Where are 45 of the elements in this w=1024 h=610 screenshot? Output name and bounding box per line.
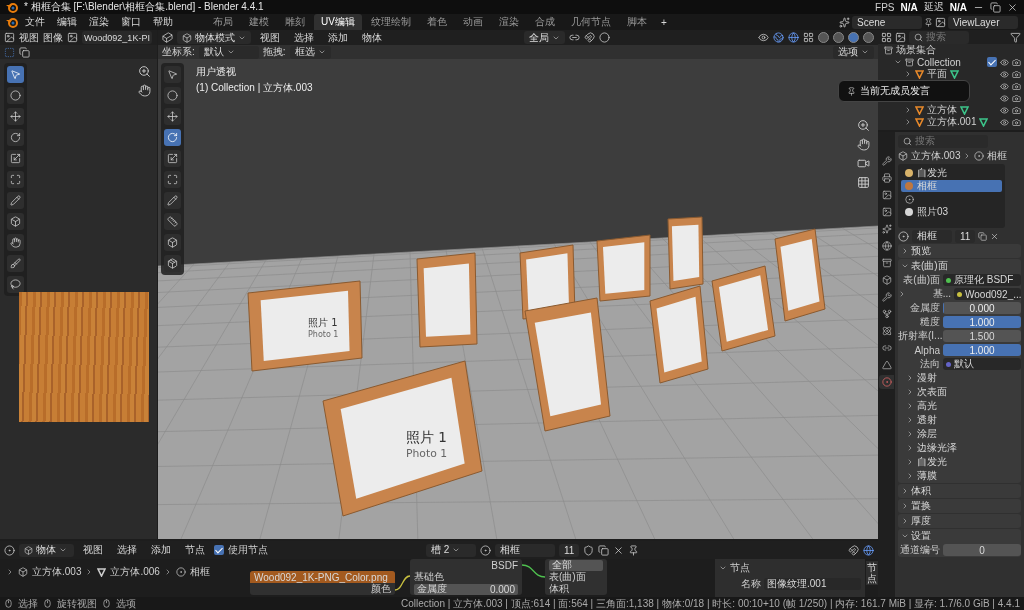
breadcrumb-item: 相框: [189, 565, 210, 579]
frame-photo-subtitle: Photo 1: [308, 330, 339, 339]
tooltip-text: 当前无成员发言: [860, 84, 930, 98]
outliner-item-name: 场景集合: [896, 43, 936, 57]
property-label: 折射率(I...: [898, 329, 940, 343]
object-info: (1) Collection | 立方体.003: [196, 81, 313, 95]
node-socket-label: 基础色: [414, 570, 444, 583]
use-nodes-label: 使用节点: [228, 543, 268, 557]
window-title: * 相框合集 [F:\Blender\相框合集.blend] - Blender 4.4.1: [24, 0, 265, 14]
coordinate-label: 坐标系:: [162, 45, 195, 59]
status-hint: 选项: [116, 596, 136, 610]
fps-value: N/A: [900, 1, 918, 13]
node-socket-label: BSDF: [491, 559, 518, 571]
property-label: 糙度: [919, 315, 940, 329]
breadcrumb-item: 相框: [987, 149, 1008, 163]
property-label: 法向: [919, 357, 940, 371]
status-hint: 选择: [18, 596, 38, 610]
frame-photo-subtitle: Photo 1: [406, 446, 448, 460]
outliner-item-name: Collection: [917, 56, 961, 68]
property-label: 通道编号: [899, 543, 940, 557]
latency-value: N/A: [949, 1, 967, 13]
panel-title: 节点: [730, 561, 750, 575]
status-hint: 旋转视图: [57, 596, 97, 610]
property-label: 名称: [740, 577, 761, 591]
latency-label: 延迟: [923, 0, 944, 14]
outliner-item-name: 平面: [927, 67, 947, 81]
breadcrumb-item: 立方体.003: [32, 565, 82, 579]
property-label: 表(曲)面: [902, 273, 940, 287]
frame-photo-title: 照片 1: [308, 317, 338, 328]
property-label: 金属度: [909, 301, 940, 315]
node-socket-label: 颜色: [371, 582, 391, 596]
node-socket-label: 体积: [549, 582, 569, 596]
drag-label: 拖拽:: [262, 45, 286, 59]
property-label: 基...: [931, 287, 951, 301]
view-name: 用户透视: [196, 65, 237, 79]
frame-photo-title: 照片 1: [406, 429, 447, 445]
node-title: Wood092_1K-PNG_Color.png: [250, 571, 395, 583]
status-stats: Collection | 立方体.003 | 顶点:614 | 面:564 | 三角面:1,138 | 物体:0/18 | 时长: 00:10+10 (帧 1/250) | 内存: 161.7 MiB | 显存: 1.7/6.0 GiB | 4.4.1: [401, 596, 1020, 610]
outliner-item-name: 立方体: [927, 103, 957, 116]
property-label: Alpha: [913, 344, 940, 356]
fps-label: FPS: [875, 1, 895, 13]
outliner-item-name: 立方体.001: [927, 115, 977, 129]
breadcrumb-item: 立方体.006: [110, 565, 160, 579]
node-socket-label: 表(曲)面: [549, 570, 586, 584]
breadcrumb-item: 立方体.003: [911, 149, 961, 163]
